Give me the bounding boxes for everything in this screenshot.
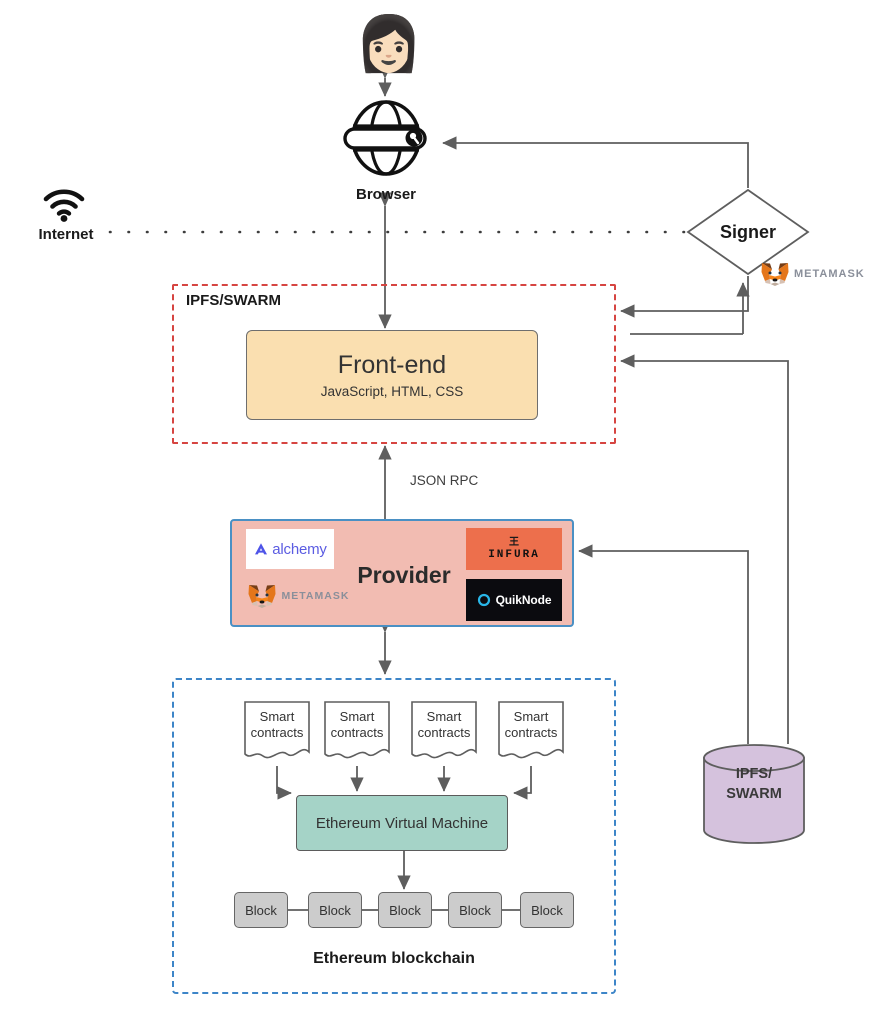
smart-contract-note[interactable]: Smart contracts — [243, 700, 311, 766]
wifi-icon — [42, 188, 86, 222]
ethereum-blockchain-title: Ethereum blockchain — [313, 950, 475, 967]
metamask-signer-label: METAMASK — [794, 268, 865, 280]
diagram-canvas: 👩🏻 Browser Internet Signer METAMASK IPFS… — [0, 0, 874, 1024]
metamask-fox-icon — [761, 263, 789, 286]
alchemy-wordmark: alchemy — [272, 540, 327, 558]
smart-contract-label: Smart contracts — [417, 709, 471, 741]
smart-contract-label: Smart contracts — [250, 709, 304, 741]
quiknode-ring-icon — [477, 593, 490, 607]
block-node[interactable]: Block — [520, 892, 574, 928]
alchemy-mark-icon — [255, 543, 268, 555]
frontend-box[interactable]: Front-end JavaScript, HTML, CSS — [246, 330, 538, 420]
smart-contract-label: Smart contracts — [504, 709, 558, 741]
quiknode-wordmark: QuikNode — [495, 593, 552, 607]
smart-contract-note[interactable]: Smart contracts — [497, 700, 565, 766]
frontend-title: Front-end — [337, 350, 447, 379]
quiknode-logo: QuikNode — [466, 579, 562, 621]
wire-storage-frontend — [620, 354, 789, 744]
smart-contract-label: Smart contracts — [330, 709, 384, 741]
browser-label: Browser — [355, 186, 417, 203]
evm-label: Ethereum Virtual Machine — [315, 814, 489, 832]
metamask-signer-logo: METAMASK — [760, 258, 870, 290]
smart-contract-note[interactable]: Smart contracts — [323, 700, 391, 766]
frontend-subtitle: JavaScript, HTML, CSS — [320, 384, 464, 400]
wire-signer-ipfsgroup — [620, 276, 749, 318]
json-rpc-label: JSON RPC — [410, 473, 479, 488]
browser-globe-icon — [340, 100, 432, 176]
block-node[interactable]: Block — [234, 892, 288, 928]
metamask-provider-label: METAMASK — [281, 590, 350, 602]
infura-mark-icon: 王 — [509, 536, 519, 548]
internet-label: Internet — [38, 226, 94, 243]
smart-contract-note[interactable]: Smart contracts — [410, 700, 478, 766]
alchemy-logo: alchemy — [246, 529, 334, 569]
wire-signer-browser — [442, 136, 749, 188]
ipfs-swarm-storage-label: IPFS/ SWARM — [726, 766, 782, 802]
block-node[interactable]: Block — [378, 892, 432, 928]
ipfs-swarm-group-title: IPFS/SWARM — [186, 292, 282, 309]
metamask-fox-icon — [248, 585, 276, 608]
metamask-provider-logo: METAMASK — [246, 579, 350, 613]
block-node[interactable]: Block — [308, 892, 362, 928]
user-avatar: 👩🏻 — [355, 14, 423, 74]
infura-logo: 王 INFURA — [466, 528, 562, 570]
infura-wordmark: INFURA — [488, 548, 540, 561]
evm-box[interactable]: Ethereum Virtual Machine — [296, 795, 508, 851]
provider-box[interactable]: Provider alchemy METAMASK 王 INFURA QuikN… — [230, 519, 574, 627]
block-node[interactable]: Block — [448, 892, 502, 928]
